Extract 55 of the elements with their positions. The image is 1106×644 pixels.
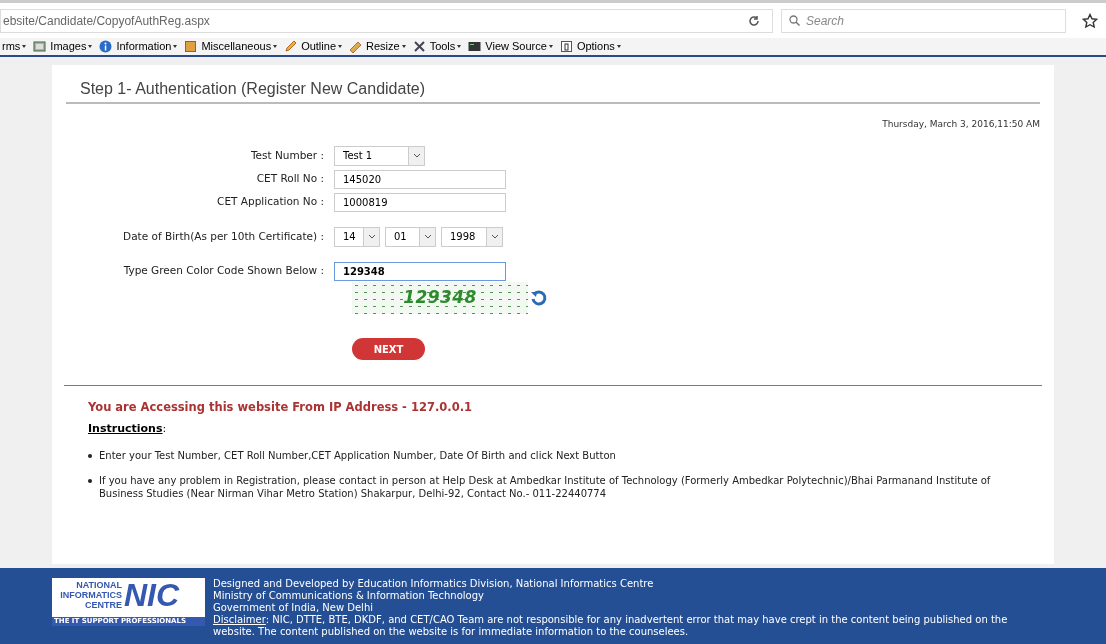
toolbar-menu[interactable]: rms — [2, 38, 27, 55]
dropdown[interactable]: 01 — [385, 226, 436, 247]
bullet-icon — [88, 453, 92, 458]
toolbar-menu[interactable]: Outline — [301, 38, 342, 55]
chevron-down-icon — [412, 153, 421, 158]
captcha-input[interactable]: 129348 — [334, 261, 506, 281]
tools-icon[interactable] — [412, 40, 426, 53]
ip-address-notice: You are Accessing this website From IP Address - 127.0.0.1 — [88, 399, 473, 416]
chevron-down-icon — [423, 234, 432, 239]
field-label: Test Number : — [249, 147, 325, 163]
toolbar-menu[interactable]: Tools — [429, 38, 462, 55]
toolbar-menu[interactable]: View Source — [485, 38, 553, 55]
instructions-colon: : — [162, 422, 167, 436]
toolbar-menu[interactable]: Images — [50, 38, 93, 55]
instruction-text: Enter your Test Number, CET Roll Number,CET Application Number, Date Of Birth and click Next Button — [99, 448, 616, 462]
star-icon[interactable] — [1082, 12, 1098, 29]
next-button[interactable]: NEXT — [352, 338, 425, 360]
info-icon[interactable] — [99, 40, 113, 53]
search-field[interactable]: Search — [781, 8, 1066, 33]
toolbar-menu[interactable]: Resize — [366, 38, 406, 55]
page-title: Step 1- Authentication (Register New Candidate) — [80, 79, 427, 99]
reload-icon[interactable] — [748, 14, 760, 27]
text-field[interactable]: 1000819 — [334, 192, 506, 212]
footer-text: Ministry of Communications & Information Technology — [213, 590, 485, 602]
disclaimer-text: Disclaimer: NIC, DTTE, BTE, DKDF, and CET/CAO Team are not responsible for any inadvertent error that may have crept in the content being published on the website. The content published on the website is for immediate information to the counselees. — [213, 614, 1009, 638]
text-field[interactable]: 145020 — [334, 169, 506, 189]
instruction-text: If you have any problem in Registration, please contact in person at Help Desk at Ambedkar Institute of Technology (Formerly Ambedkar Polytechnic)/Bhai Parmanand Institute of Business Studies (Near Nirman Vihar Metro Station) Shakarpur, Delhi-92, Contact No.- 011-22440774 — [99, 473, 992, 500]
pencil-icon[interactable] — [284, 40, 298, 53]
chevron-down-icon — [490, 234, 499, 239]
chevron-down-icon — [367, 234, 376, 239]
field-label: CET Application No : — [216, 194, 325, 210]
box-icon[interactable] — [184, 40, 198, 53]
toolbar-menu[interactable]: Options — [576, 38, 621, 55]
dropdown[interactable]: Test 1 — [334, 145, 425, 166]
monitor-icon[interactable] — [468, 40, 482, 53]
captcha-image: 129348 — [352, 281, 528, 314]
footer-text: Government of India, New Delhi — [213, 602, 374, 614]
date-time: Thursday, March 3, 2016,11:50 AM — [882, 118, 1040, 131]
refresh-icon[interactable] — [530, 288, 548, 307]
image-icon[interactable] — [33, 40, 47, 53]
field-label: Date of Birth(As per 10th Certificate) : — [122, 228, 325, 244]
footer-text: Designed and Developed by Education Informatics Division, National Informatics Centre — [213, 578, 655, 590]
logo-text: CENTRE — [85, 600, 122, 610]
logo-text: NATIONAL — [76, 580, 122, 590]
logo-text: INFORMATICS — [60, 590, 122, 600]
window-icon[interactable] — [559, 40, 573, 53]
toolbar-menu[interactable]: Miscellaneous — [201, 38, 278, 55]
field-label: Type Green Color Code Shown Below : — [122, 263, 325, 279]
logo-mark: NIC — [124, 578, 180, 615]
dropdown[interactable]: 14 — [334, 226, 380, 247]
field-label: CET Roll No : — [255, 171, 325, 187]
bullet-icon — [88, 478, 92, 483]
toolbar-menu[interactable]: Information — [116, 38, 178, 55]
dropdown[interactable]: 1998 — [441, 226, 503, 247]
ruler-icon[interactable] — [349, 40, 362, 53]
